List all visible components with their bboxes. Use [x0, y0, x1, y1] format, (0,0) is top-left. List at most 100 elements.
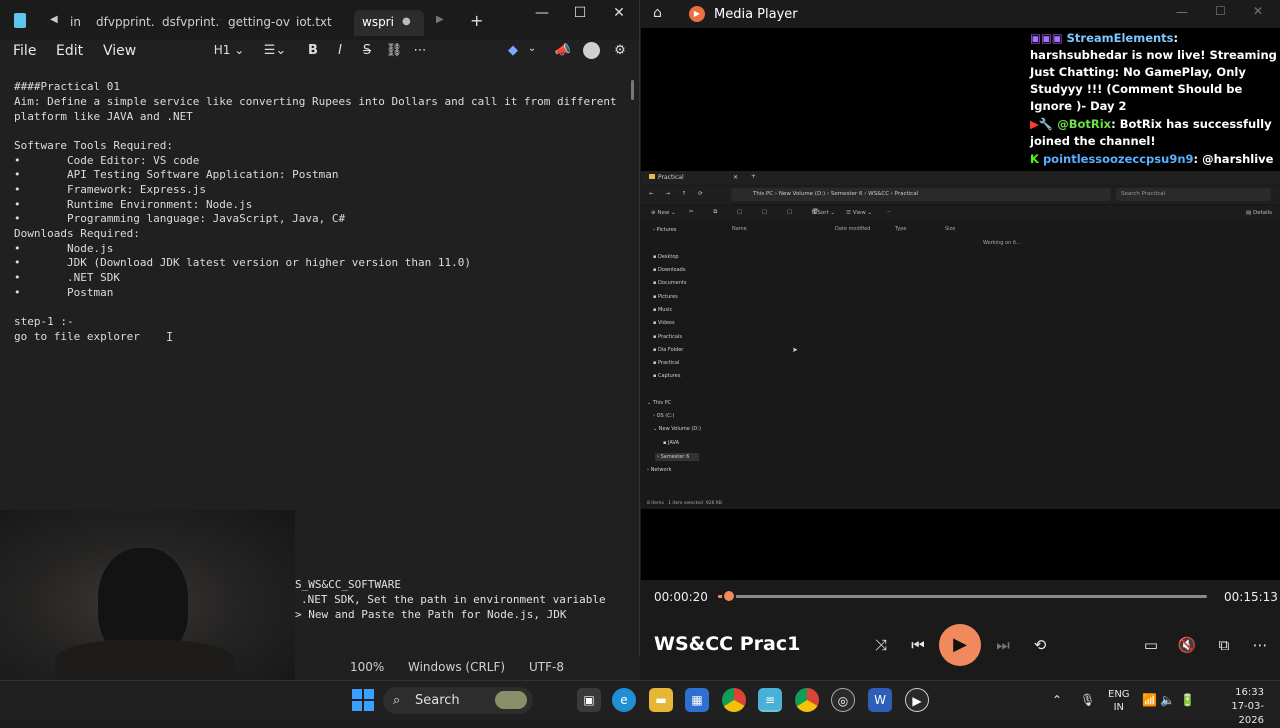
media-player-taskbar-icon[interactable]: ▶ — [905, 688, 929, 712]
word-icon[interactable]: W — [868, 688, 892, 712]
minimize-button[interactable]: — — [530, 4, 554, 24]
notepad-taskbar-icon[interactable]: ≡ — [758, 688, 782, 712]
nav-item: ▪ Music — [653, 307, 673, 313]
edge-icon[interactable]: e — [612, 688, 636, 712]
editor-line: • Postman — [14, 286, 114, 299]
explorer-search-box: Search Practical — [1116, 188, 1271, 201]
explorer-view-command: ☰ View ⌄ — [846, 210, 873, 216]
italic-icon[interactable]: I — [331, 43, 349, 58]
copilot-icon[interactable]: ◆ — [504, 43, 522, 58]
tab-iot[interactable]: iot.txt — [296, 10, 346, 36]
chat-message: ▶🔧 @BotRix: BotRix has successfully join… — [1030, 116, 1278, 150]
text-cursor-icon: I — [166, 330, 174, 344]
total-duration: 00:15:13 — [1224, 590, 1278, 604]
explorer-command-bar: ⊕ New ⌄ ✂ ⧉ ▢ ▢ ▢ 🗑 ⇅ Sort ⌄ ☰ View ⌄ ⋯ … — [641, 206, 1280, 222]
zoom-level[interactable]: 100% — [350, 660, 384, 674]
seek-thumb[interactable] — [722, 589, 736, 603]
list-icon[interactable]: ☰⌄ — [260, 43, 290, 58]
next-icon[interactable]: ⏭ — [991, 633, 1015, 657]
mute-icon[interactable]: 🔇 — [1175, 633, 1199, 657]
tab-dsfvprint[interactable]: dsfvprint.t — [162, 10, 220, 36]
obs-icon[interactable]: ◎ — [831, 688, 855, 712]
tab-dfvpprint[interactable]: dfvpprint.t — [96, 10, 154, 36]
video-title: WS&CC Prac1 — [654, 633, 801, 655]
overlay-line: S_WS&CC_SOFTWARE — [295, 578, 401, 591]
nav-item: ▪ Downloads — [653, 267, 686, 273]
volume-icon[interactable]: 🔈 — [1160, 693, 1175, 707]
file-explorer-icon[interactable]: ▬ — [649, 688, 673, 712]
editor-scrollbar[interactable] — [631, 80, 634, 100]
kick-badge-icon: K — [1030, 152, 1039, 166]
store-icon[interactable]: ▦ — [685, 688, 709, 712]
gear-icon[interactable]: ⚙ — [611, 43, 629, 58]
explorer-new-label: New — [657, 210, 670, 216]
heading-select-label: H1 — [213, 43, 231, 57]
nav-item: ▪ Dia Folder — [653, 347, 684, 353]
tray-overflow-icon[interactable]: ⌃ — [1052, 693, 1062, 707]
more-options-icon[interactable]: ⋯ — [1248, 633, 1272, 657]
taskbar-clock[interactable]: 16:33 17-03-2026 — [1208, 686, 1264, 728]
start-button[interactable] — [352, 689, 374, 711]
heading-select[interactable]: H1 ⌄ — [212, 43, 246, 57]
tab-scroll-left-icon[interactable]: ◀ — [50, 14, 58, 25]
tab-scroll-right-icon[interactable]: ▶ — [436, 14, 444, 25]
new-tab-button[interactable]: + — [470, 11, 483, 30]
explorer-new-command: ⊕ New ⌄ — [651, 210, 676, 216]
wifi-icon[interactable]: 📶 — [1142, 693, 1157, 707]
region-label: IN — [1113, 702, 1124, 713]
home-icon[interactable]: ⌂ — [653, 5, 662, 21]
taskbar-search[interactable]: ⌕ Search — [383, 687, 533, 714]
previous-icon[interactable]: ⏮ — [906, 633, 930, 657]
nav-item-label: New Volume (D:) — [658, 426, 701, 432]
chevron-down-icon[interactable]: ⌄ — [523, 43, 541, 54]
chat-message: ▣▣▣ StreamElements: harshsubhedar is now… — [1030, 30, 1278, 115]
nav-item-label: Documents — [657, 280, 687, 286]
breadcrumb-item: This PC — [753, 191, 774, 197]
editor-line: • .NET SDK — [14, 271, 120, 284]
shuffle-icon[interactable]: ⤨ — [869, 633, 893, 657]
explorer-details-label: Details — [1252, 210, 1273, 216]
mouse-pointer-icon: ➤ — [792, 346, 798, 354]
battery-icon[interactable]: 🔋 — [1180, 693, 1195, 707]
tab-wspri-label: wspri — [362, 15, 394, 29]
menu-view[interactable]: View — [103, 43, 136, 59]
tab-in[interactable]: in — [70, 10, 88, 36]
avatar[interactable] — [583, 42, 600, 59]
editor-text-area[interactable]: ####Practical 01 Aim: Define a simple se… — [0, 78, 630, 508]
maximize-button[interactable]: ☐ — [568, 4, 592, 24]
link-icon[interactable]: ⛓ — [385, 43, 403, 58]
microphone-icon[interactable]: 🎙 — [1080, 693, 1095, 707]
line-ending[interactable]: Windows (CRLF) — [408, 660, 505, 674]
chrome-profile-icon[interactable] — [795, 688, 819, 712]
mp-maximize-button[interactable]: ☐ — [1215, 4, 1226, 18]
search-label: Search — [415, 693, 460, 708]
mp-minimize-button[interactable]: — — [1176, 5, 1188, 19]
column-header: Date modified — [835, 226, 871, 232]
mp-close-button[interactable]: ✕ — [1253, 4, 1263, 18]
bold-icon[interactable]: B — [304, 43, 322, 58]
encoding[interactable]: UTF-8 — [529, 660, 564, 674]
start-logo-pane — [352, 689, 362, 699]
wrench-icon: 🔧 — [1038, 117, 1054, 131]
menu-edit[interactable]: Edit — [56, 43, 83, 59]
clock-time: 16:33 — [1235, 687, 1264, 698]
chrome-icon[interactable] — [722, 688, 746, 712]
menu-file[interactable]: File — [13, 43, 36, 59]
seek-bar[interactable] — [718, 595, 1207, 598]
play-button[interactable]: ▶ — [939, 624, 981, 666]
language-indicator[interactable]: ENG IN — [1108, 688, 1130, 714]
task-view-icon[interactable]: ▣ — [577, 688, 601, 712]
strikethrough-icon[interactable]: S — [358, 43, 376, 58]
tab-wspri[interactable]: wspri ● — [354, 10, 424, 36]
miniplayer-icon[interactable]: ⧉ — [1212, 633, 1236, 657]
column-header: Size — [945, 226, 956, 232]
more-icon[interactable]: ⋯ — [411, 43, 429, 58]
captions-icon[interactable]: ▭ — [1139, 633, 1163, 657]
editor-line: • Node.js — [14, 242, 114, 255]
repeat-off-icon[interactable]: ⟲ — [1028, 633, 1052, 657]
megaphone-icon[interactable]: 📣 — [554, 43, 572, 58]
tab-getting-ov[interactable]: getting-ov — [228, 10, 290, 36]
close-button[interactable]: ✕ — [607, 4, 631, 24]
nav-item-label: Pictures — [656, 227, 677, 233]
notepad-menubar: File Edit View H1 ⌄ ☰⌄ B I S ⛓ ⋯ ◆ ⌄ 📣 ⚙ — [0, 40, 639, 66]
